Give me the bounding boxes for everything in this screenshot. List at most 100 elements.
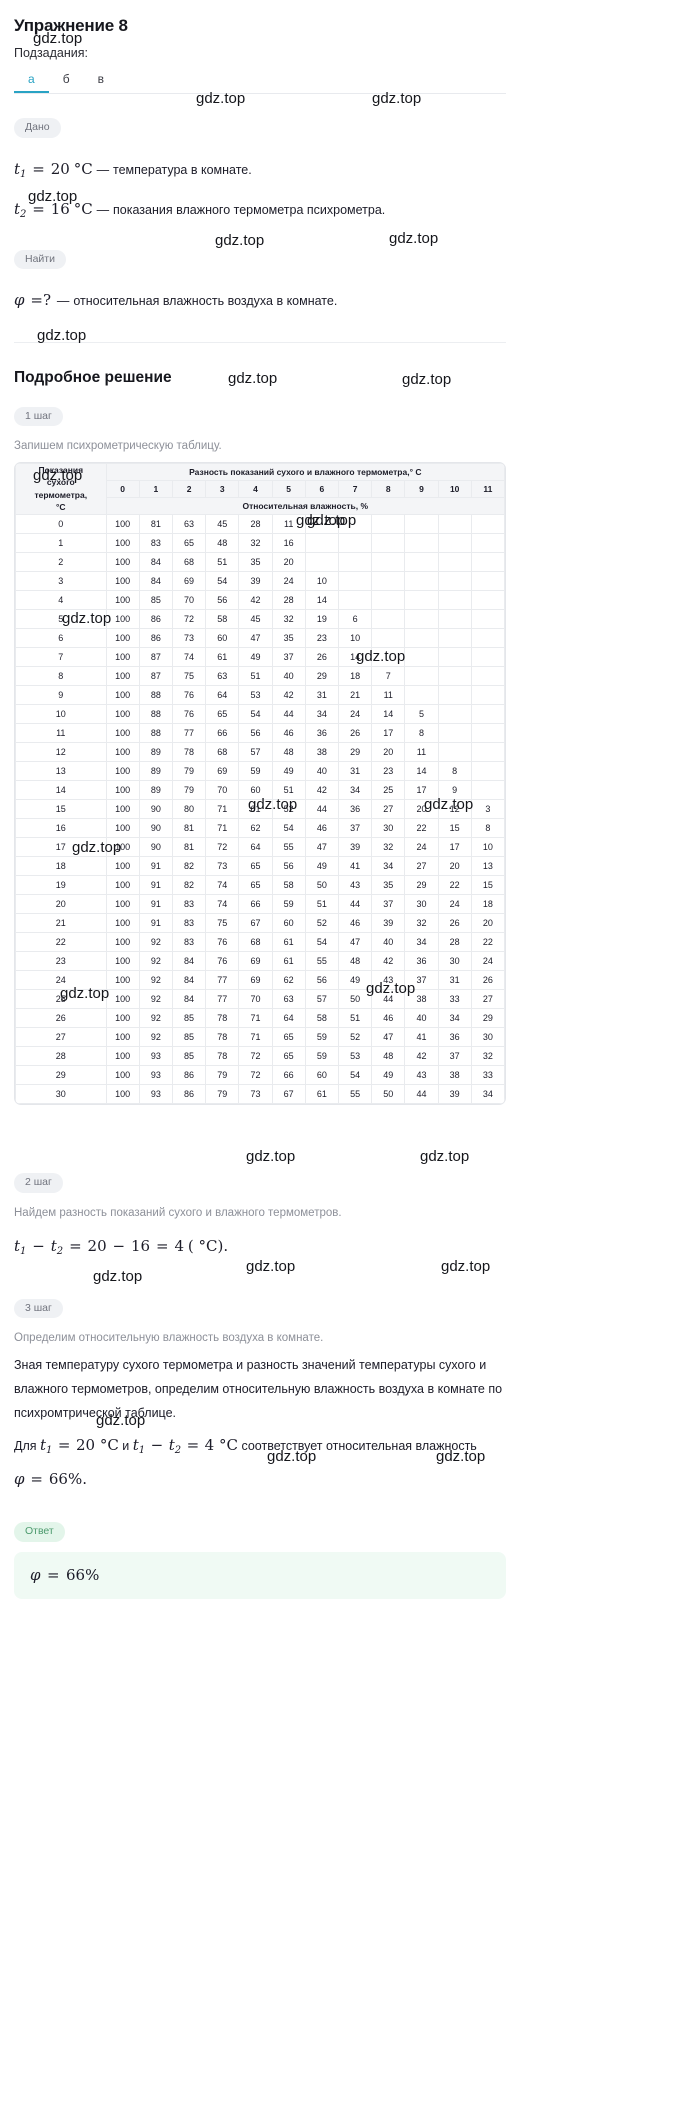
table-cell: 8: [404, 723, 439, 744]
table-row-temp: 17: [15, 837, 107, 858]
table-cell: 10: [337, 628, 373, 649]
table-cell: 26: [304, 647, 339, 668]
table-cell: 40: [371, 932, 406, 953]
table-cell: 39: [337, 837, 373, 858]
table-cell: [470, 514, 505, 535]
table-cell: 65: [238, 856, 273, 877]
table-cell: [404, 628, 439, 649]
table-cell: 100: [105, 856, 140, 877]
table-cell: 18: [337, 666, 373, 687]
subtask-tabs: а б в: [14, 68, 506, 94]
answer-phi: φ: [30, 1565, 41, 1584]
table-cell: 28: [271, 590, 306, 611]
table-cell: 86: [138, 609, 173, 630]
tab-v[interactable]: в: [84, 68, 118, 93]
table-cell: 75: [171, 666, 207, 687]
table-cell: 49: [337, 970, 373, 991]
table-cell: 40: [404, 1008, 439, 1029]
table-cell: 79: [171, 761, 207, 782]
page-title: Упражнение 8: [14, 16, 128, 35]
table-row: 3 100 84 69 54 39 24 10: [15, 571, 505, 592]
table-cell: 5: [404, 704, 439, 725]
table-cell: 89: [138, 780, 173, 801]
table-cell: 84: [138, 571, 173, 592]
table-cell: 78: [205, 1046, 240, 1067]
table-row-temp: 18: [15, 856, 107, 877]
table-cell: 90: [138, 799, 173, 820]
table-cell: [470, 609, 505, 630]
formula-val-4: 4: [174, 1236, 184, 1255]
given-symbol-t1: t1: [14, 159, 27, 180]
table-cell: 76: [171, 685, 207, 706]
table-row: 27 100 92 85 78 71 65 59 52 47 41 36 30: [15, 1027, 505, 1048]
step3-text: Определим относительную влажность воздух…: [14, 1332, 324, 1345]
table-cell: 38: [437, 1065, 472, 1086]
table-cell: 100: [105, 875, 140, 896]
table-cell: [437, 742, 472, 763]
table-cell: 48: [205, 533, 240, 554]
table-row-temp: 28: [15, 1046, 107, 1067]
table-cell: 100: [105, 742, 140, 763]
table-row: 21 100 91 83 75 67 60 52 46 39 32 26 20: [15, 913, 505, 934]
table-cell: 79: [205, 1065, 240, 1086]
table-cell: 72: [238, 1046, 273, 1067]
table-cell: 69: [171, 571, 207, 592]
tab-a[interactable]: а: [14, 68, 49, 93]
table-cell: 50: [371, 1084, 406, 1105]
table-cell: 71: [238, 1027, 273, 1048]
tab-b[interactable]: б: [49, 68, 84, 93]
corner-line: °С: [56, 502, 66, 513]
table-cell: 100: [105, 818, 140, 839]
table-cell: 74: [205, 894, 240, 915]
table-cell: 30: [437, 951, 472, 972]
table-cell: [404, 552, 439, 573]
table-cell: [371, 514, 406, 535]
table-cell: 23: [371, 761, 406, 782]
table-cell: 91: [138, 894, 173, 915]
table-cell: 20: [271, 552, 306, 573]
table-cell: 86: [171, 1084, 207, 1105]
table-cell: 51: [337, 1008, 373, 1029]
table-row-temp: 7: [15, 647, 107, 668]
table-cell: 34: [337, 780, 373, 801]
table-cell: 86: [138, 628, 173, 649]
table-cell: 34: [437, 1008, 472, 1029]
given-line-1: t1 = 20 °C — температура в комнате.: [14, 158, 506, 182]
table-cell: [404, 514, 439, 535]
table-row-temp: 12: [15, 742, 107, 763]
table-cell: 64: [238, 837, 273, 858]
table-cell: 63: [271, 989, 306, 1010]
table-cell: 43: [371, 970, 406, 991]
table-cell: 46: [271, 723, 306, 744]
table-cell: 93: [138, 1065, 173, 1086]
p2-val4: 4 °C: [204, 1436, 238, 1455]
table-cell: 46: [337, 913, 373, 934]
table-cell: 100: [105, 590, 140, 611]
table-cell: [470, 666, 505, 687]
table-cell: 44: [304, 799, 339, 820]
table-row: 10 100 88 76 65 54 44 34 24 14 5: [15, 704, 505, 725]
given-dash-1: —: [96, 162, 110, 177]
table-cell: 12: [437, 799, 472, 820]
table-cell: 37: [337, 818, 373, 839]
table-row: 7 100 87 74 61 49 37 26 14: [15, 647, 505, 668]
table-cell: 51: [271, 780, 306, 801]
table-cell: 52: [271, 799, 306, 820]
table-cell: 100: [105, 989, 140, 1010]
table-row-temp: 26: [15, 1008, 107, 1029]
table-cell: 40: [271, 666, 306, 687]
table-cell: 39: [371, 913, 406, 934]
table-cell: 34: [304, 704, 339, 725]
step3-result: φ = 66%.: [14, 1468, 506, 1491]
table-cell: 36: [304, 723, 339, 744]
table-cell: 33: [470, 1065, 505, 1086]
table-cell: [404, 533, 439, 554]
table-row: 0 100 81 63 45 28 11: [15, 514, 505, 535]
table-cell: [437, 723, 472, 744]
table-cell: 47: [371, 1027, 406, 1048]
table-col-header-3: 3: [205, 480, 240, 499]
table-cell: 44: [371, 989, 406, 1010]
table-row-temp: 25: [15, 989, 107, 1010]
find-equals: =?: [30, 291, 52, 310]
result-phi: φ: [14, 1470, 25, 1489]
